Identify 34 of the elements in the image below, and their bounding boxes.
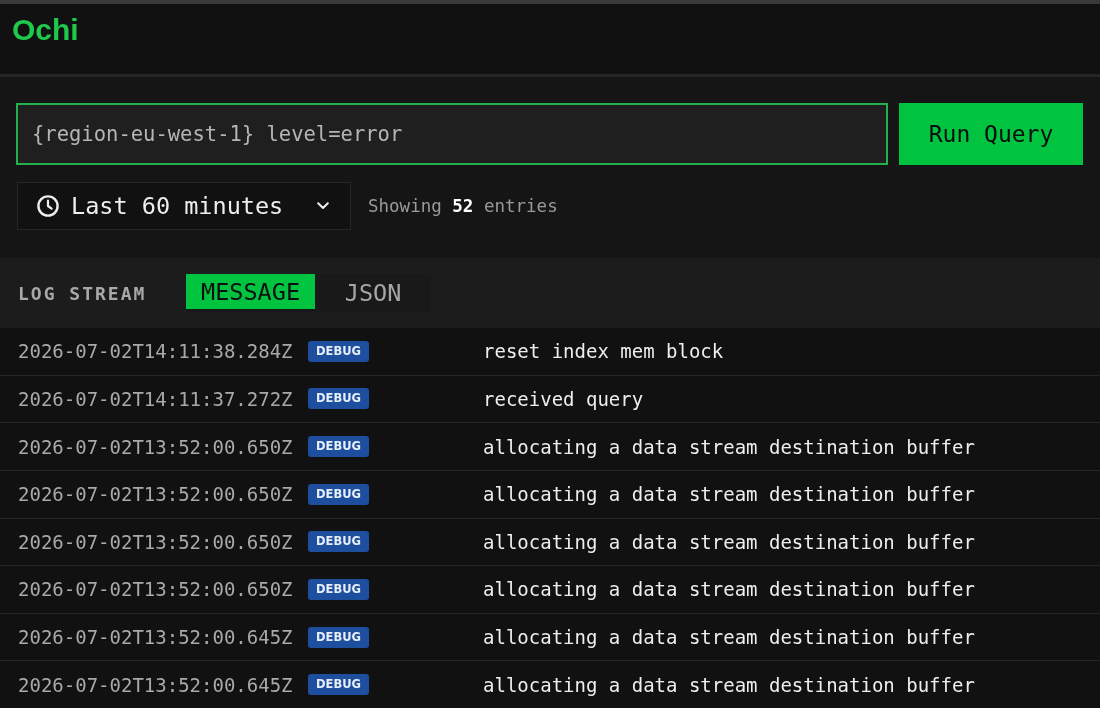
log-timestamp: 2026-07-02T14:11:38.284Z — [18, 340, 294, 363]
log-timestamp: 2026-07-02T13:52:00.650Z — [18, 530, 294, 553]
log-level-badge: DEBUG — [308, 626, 369, 648]
run-query-button[interactable]: Run Query — [899, 103, 1083, 165]
log-message: allocating a data stream destination buffer — [483, 530, 976, 553]
log-timestamp: 2026-07-02T13:52:00.650Z — [18, 435, 294, 458]
log-message: allocating a data stream destination buffer — [483, 673, 976, 696]
clock-icon — [37, 195, 59, 217]
log-message: allocating a data stream destination buffer — [483, 626, 976, 649]
log-message: allocating a data stream destination buffer — [483, 483, 976, 506]
time-range-dropdown[interactable]: Last 60 minutes — [17, 182, 351, 230]
view-tab[interactable]: MESSAGE — [186, 274, 316, 309]
log-level-badge: DEBUG — [308, 674, 369, 696]
view-tab[interactable]: JSON — [315, 274, 432, 312]
log-level-badge: DEBUG — [308, 340, 369, 362]
log-stream-title: LOG STREAM — [18, 282, 148, 304]
log-level-badge: DEBUG — [308, 388, 369, 410]
log-timestamp: 2026-07-02T13:52:00.650Z — [18, 578, 294, 601]
log-message: allocating a data stream destination buffer — [483, 435, 976, 458]
log-timestamp: 2026-07-02T13:52:00.645Z — [18, 626, 294, 649]
caret-icon — [317, 202, 329, 210]
query-field[interactable]: {region-eu-west-1} level=error — [16, 103, 888, 165]
log-level-badge: DEBUG — [308, 578, 369, 600]
log-level-badge: DEBUG — [308, 531, 369, 553]
log-message: reset index mem block — [483, 340, 725, 363]
log-message: allocating a data stream destination buffer — [483, 578, 976, 601]
app-logo: Ochi — [12, 15, 79, 45]
log-timestamp: 2026-07-02T13:52:00.645Z — [18, 673, 294, 696]
log-message: received query — [483, 387, 645, 410]
log-level-badge: DEBUG — [308, 483, 369, 505]
log-level-badge: DEBUG — [308, 436, 369, 458]
log-timestamp: 2026-07-02T14:11:37.272Z — [18, 387, 294, 410]
entries-count-text: Showing 52 entries — [368, 196, 558, 216]
log-timestamp: 2026-07-02T13:52:00.650Z — [18, 483, 294, 506]
